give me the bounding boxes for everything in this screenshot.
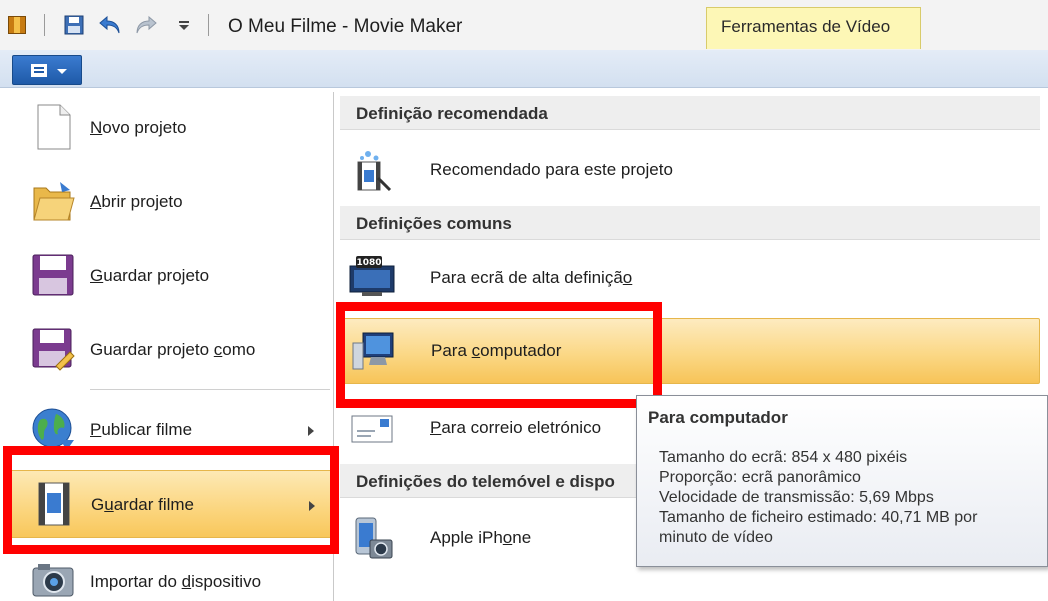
customize-dropdown-icon[interactable] [172, 13, 196, 37]
access-key: A [90, 192, 102, 211]
save-project-icon [30, 252, 76, 298]
save-as-icon [30, 326, 76, 372]
chevron-right-icon [308, 426, 314, 436]
label-text: ublicar filme [101, 420, 193, 439]
label-text: Para ecrã de alta definiçã [430, 268, 623, 287]
access-key: P [90, 420, 102, 439]
tooltip-for-computer: Para computador Tamanho do ecrã: 854 x 4… [636, 395, 1048, 567]
tooltip-line: Velocidade de transmissão: 5,69 Mbps [659, 489, 934, 506]
tooltip-line: Tamanho de ficheiro estimado: 40,71 MB p… [659, 509, 978, 526]
menu-item-save-project-as[interactable]: Guardar projeto como [10, 316, 332, 384]
chevron-down-icon [57, 69, 67, 74]
tooltip-details: Tamanho do ecrã: 854 x 480 pixéis Propor… [659, 448, 977, 548]
email-icon [348, 406, 396, 452]
label-text: Recomendado para este pro [430, 160, 646, 179]
title-bar: O Meu Filme - Movie Maker Ferramentas de… [0, 0, 1048, 50]
tooltip-title: Para computador [648, 408, 788, 427]
menu-item-save-project[interactable]: Guardar projeto [10, 242, 332, 310]
section-header: Definições comuns [340, 206, 1040, 240]
undo-icon[interactable] [98, 13, 122, 37]
label-text: Apple iPh [430, 528, 503, 547]
label-text: ispositivo [191, 572, 262, 591]
save-icon[interactable] [62, 13, 86, 37]
tooltip-line: Tamanho do ecrã: 854 x 480 pixéis [659, 449, 908, 466]
menu-item-open-project[interactable]: Abrir projeto [10, 168, 332, 236]
tooltip-line: Proporção: ecrã panorâmico [659, 469, 861, 486]
menu-separator [90, 389, 330, 390]
label-text: ne [512, 528, 532, 547]
highlight-box-for-computer [336, 302, 662, 408]
tooltip-line: minuto de vídeo [659, 529, 773, 546]
label-text: brir projeto [101, 192, 183, 211]
label-text: ara correio eletrónico [441, 418, 602, 437]
save-option-label: Para ecrã de alta definição [430, 268, 632, 288]
label-text: uardar projeto [103, 266, 210, 285]
label-text: Importar do [90, 572, 182, 591]
save-option-label: Recomendado para este projeto [430, 160, 673, 180]
menu-item-label: Guardar projeto [90, 266, 209, 286]
access-key: o [622, 268, 633, 287]
window-title: O Meu Filme - Movie Maker [228, 16, 463, 37]
redo-icon[interactable] [134, 13, 158, 37]
file-menu-icon [31, 64, 47, 77]
ribbon-tab-bar [0, 50, 1048, 88]
movie-maker-app-icon[interactable] [8, 16, 26, 34]
label-text: Guardar projeto [90, 340, 214, 359]
access-key: o [502, 528, 513, 547]
menu-item-import-from-device[interactable]: Importar do dispositivo [10, 548, 332, 601]
svg-text:1080: 1080 [356, 258, 381, 268]
section-header: Definição recomendada [340, 96, 1040, 130]
hd-1080-icon: 1080 [348, 256, 396, 302]
camera-icon [30, 558, 76, 601]
menu-item-label: Publicar filme [90, 420, 192, 440]
access-key: G [90, 266, 104, 285]
file-menu-button[interactable] [12, 55, 82, 85]
video-tools-contextual-tab[interactable]: Ferramentas de Vídeo [706, 7, 921, 49]
access-key: P [430, 418, 442, 437]
menu-item-label: Guardar projeto como [90, 340, 255, 360]
open-folder-icon [30, 178, 76, 224]
recommended-icon [348, 148, 396, 194]
iphone-icon [348, 516, 396, 562]
titlebar-separator [208, 14, 209, 36]
menu-item-new-project[interactable]: Novo projeto [10, 94, 332, 162]
highlight-box-save-movie [3, 446, 339, 554]
label-text: ovo projeto [102, 118, 187, 137]
menu-item-label: Importar do dispositivo [90, 572, 261, 592]
save-option-recommended[interactable]: Recomendado para este projeto [340, 138, 1040, 204]
label-text: eto [649, 160, 673, 179]
save-option-label: Para correio eletrónico [430, 418, 601, 438]
access-key: N [90, 118, 103, 137]
access-key: d [181, 572, 192, 591]
new-document-icon [30, 104, 76, 150]
label-text: omo [222, 340, 256, 359]
save-option-label: Apple iPhone [430, 528, 531, 548]
titlebar-separator [44, 14, 45, 36]
menu-item-label: Novo projeto [90, 118, 186, 138]
menu-item-label: Abrir projeto [90, 192, 183, 212]
